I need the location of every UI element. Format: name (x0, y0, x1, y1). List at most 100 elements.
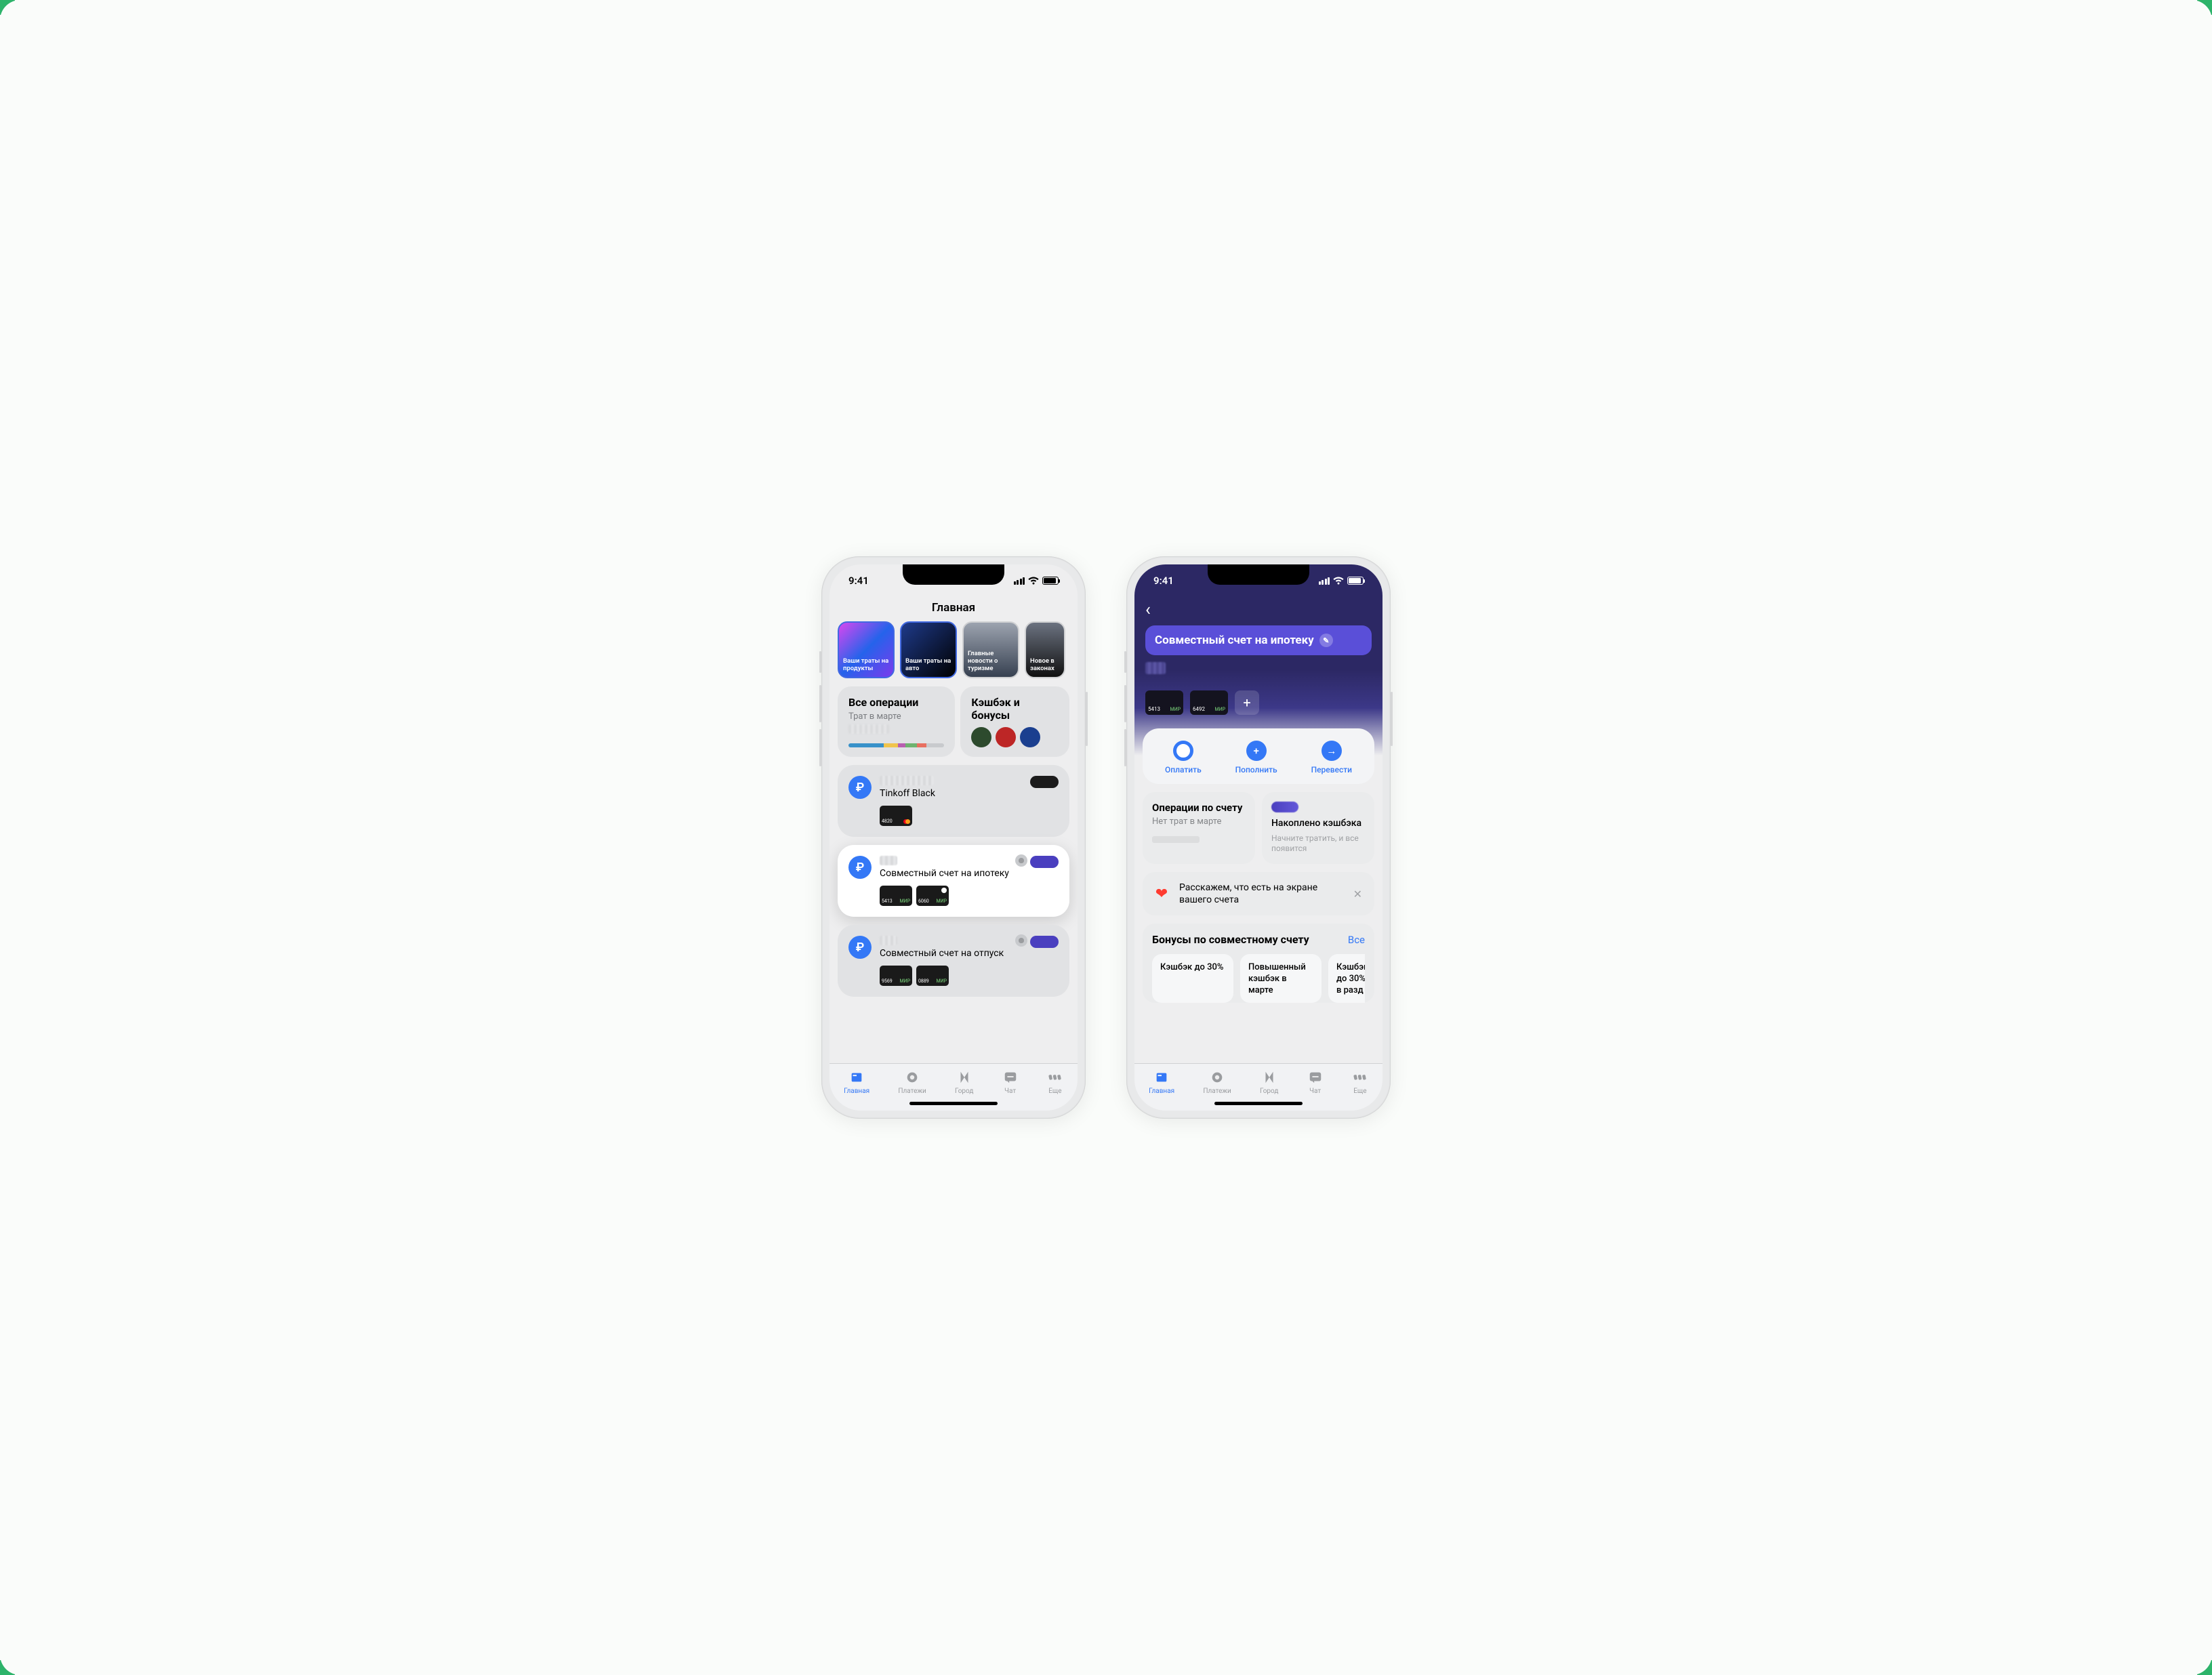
tab-payments[interactable]: Платежи (898, 1069, 926, 1095)
account-name: Совместный счет на отпуск (880, 948, 1059, 959)
cellular-icon (1319, 577, 1330, 585)
ruble-icon: ₽ (848, 776, 872, 799)
action-transfer[interactable]: → Перевести (1311, 741, 1352, 774)
phone-right: 9:41 ‹ Совместный счет на ипотеку ✎ 5413… (1126, 556, 1391, 1119)
card-thumbnail[interactable]: 6060МИР (916, 886, 949, 906)
tab-city[interactable]: Город (1260, 1069, 1278, 1095)
account-title-chip[interactable]: Совместный счет на ипотеку ✎ (1145, 625, 1372, 655)
card-thumbnail[interactable]: 5413МИР (1145, 690, 1183, 715)
notch (1208, 564, 1309, 585)
edit-icon[interactable]: ✎ (1319, 634, 1333, 647)
card-thumbnail[interactable]: 9569МИР (880, 966, 912, 986)
blurred-balance (880, 936, 897, 945)
chat-icon (1307, 1069, 1324, 1085)
page-title: Главная (838, 597, 1069, 621)
plus-icon: + (1246, 741, 1267, 761)
tip-banner[interactable]: ❤ Расскажем, что есть на экране вашего с… (1143, 872, 1374, 915)
ruble-icon: ₽ (848, 936, 872, 959)
blurred-balance (1145, 662, 1166, 674)
spending-bar (848, 743, 944, 747)
tab-chat[interactable]: Чат (1002, 1069, 1019, 1095)
account-shared-mortgage[interactable]: ₽ Совместный счет на ипотеку 5413МИР 606… (838, 845, 1069, 917)
card-thumbnail[interactable]: 6492МИР (1190, 690, 1228, 715)
story-item[interactable]: Ваши траты на авто (900, 621, 957, 678)
heart-icon: ❤ (1152, 884, 1171, 903)
wifi-icon (1028, 577, 1039, 585)
card-thumbnail[interactable]: 5413МИР (880, 886, 912, 906)
chat-icon (1002, 1069, 1019, 1085)
account-name: Совместный счет на ипотеку (880, 868, 1059, 879)
city-icon (956, 1069, 972, 1085)
panel-title: Накоплено кэшбэка (1271, 818, 1365, 829)
blurred-balance (880, 856, 897, 865)
city-icon (1261, 1069, 1277, 1085)
close-icon[interactable]: ✕ (1351, 885, 1365, 903)
tab-more[interactable]: Еще (1352, 1069, 1368, 1095)
card-thumbnail[interactable]: 4820 (880, 806, 912, 826)
battery-icon (1042, 577, 1059, 585)
account-title: Совместный счет на ипотеку (1155, 634, 1314, 647)
cashback-dots (971, 727, 1059, 747)
panel-title: Все операции (848, 696, 944, 709)
see-all-link[interactable]: Все (1348, 934, 1365, 946)
tab-home[interactable]: Главная (844, 1069, 869, 1095)
arrow-right-icon: → (1322, 741, 1342, 761)
blurred-balance (880, 776, 934, 785)
back-button[interactable]: ‹ (1145, 597, 1372, 623)
account-shared-vacation[interactable]: ₽ Совместный счет на отпуск 9569МИР 0889… (838, 925, 1069, 997)
story-item[interactable]: Новое в законах (1025, 621, 1065, 678)
action-pay[interactable]: Оплатить (1165, 741, 1202, 774)
balance-pill (1030, 776, 1059, 788)
ruble-icon: ₽ (848, 856, 872, 879)
bonus-card[interactable]: Кэшбэк до 30% (1152, 954, 1233, 1003)
panel-subtitle: Нет трат в марте (1152, 816, 1246, 827)
payments-icon (904, 1069, 920, 1085)
operations-mini-panel[interactable]: Операции по счету Нет трат в марте (1143, 792, 1255, 864)
account-tinkoff-black[interactable]: ₽ Tinkoff Black 4820 (838, 765, 1069, 837)
card-thumbnail[interactable]: 0889МИР (916, 966, 949, 986)
blurred-amount (1271, 802, 1298, 812)
wifi-icon (1333, 577, 1344, 585)
stories-row: Ваши траты на продукты Ваши траты на авт… (838, 621, 1069, 686)
cellular-icon (1014, 577, 1025, 585)
pay-icon (1173, 741, 1193, 761)
tab-payments[interactable]: Платежи (1203, 1069, 1231, 1095)
panel-title: Операции по счету (1152, 802, 1246, 814)
add-card-button[interactable]: + (1235, 690, 1259, 715)
tab-home[interactable]: Главная (1149, 1069, 1174, 1095)
bonus-card[interactable]: Повышенный кэшбэк в марте (1240, 954, 1322, 1003)
tab-city[interactable]: Город (955, 1069, 973, 1095)
home-icon (1153, 1069, 1170, 1085)
all-operations-panel[interactable]: Все операции Трат в марте (838, 686, 955, 757)
placeholder-line (1152, 836, 1200, 843)
more-icon (1352, 1069, 1368, 1085)
balance-pill (1030, 936, 1059, 948)
status-time: 9:41 (1153, 575, 1174, 587)
home-icon (848, 1069, 865, 1085)
tip-text: Расскажем, что есть на экране вашего сче… (1179, 882, 1343, 906)
panel-subtitle: Начните тратить, и все появится (1271, 833, 1365, 854)
home-indicator[interactable] (909, 1102, 998, 1105)
more-icon (1047, 1069, 1063, 1085)
action-topup[interactable]: + Пополнить (1235, 741, 1277, 774)
panel-subtitle: Трат в марте (848, 711, 944, 722)
cashback-mini-panel[interactable]: Накоплено кэшбэка Начните тратить, и все… (1262, 792, 1374, 864)
tab-more[interactable]: Еще (1047, 1069, 1063, 1095)
blurred-amount (848, 724, 889, 734)
story-item[interactable]: Главные новости о туризме (962, 621, 1019, 678)
mastercard-icon (903, 819, 910, 824)
phone-left: 9:41 Главная Ваши траты на продукты Ваши… (821, 556, 1086, 1119)
home-indicator[interactable] (1214, 1102, 1303, 1105)
account-name: Tinkoff Black (880, 788, 1059, 799)
status-time: 9:41 (848, 575, 869, 587)
balance-pill (1030, 856, 1059, 868)
panel-title: Кэшбэк и бонусы (971, 696, 1059, 722)
cashback-panel[interactable]: Кэшбэк и бонусы (960, 686, 1069, 757)
story-item[interactable]: Ваши траты на продукты (838, 621, 895, 678)
tab-chat[interactable]: Чат (1307, 1069, 1324, 1095)
bonus-card[interactable]: Кэшбэк до 30% в разд (1328, 954, 1365, 1003)
section-title: Бонусы по совместному счету (1152, 933, 1309, 946)
payments-icon (1209, 1069, 1225, 1085)
battery-icon (1347, 577, 1364, 585)
account-header: 9:41 ‹ Совместный счет на ипотеку ✎ 5413… (1134, 564, 1382, 756)
